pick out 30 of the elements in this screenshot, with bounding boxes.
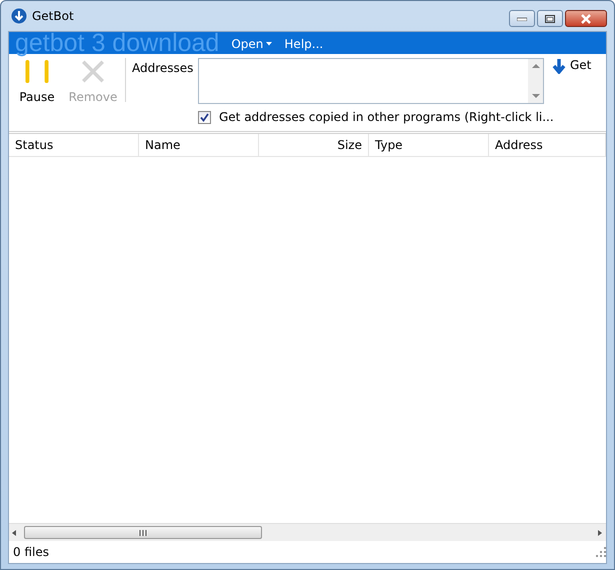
minimize-icon bbox=[517, 16, 527, 20]
scrollbar-thumb[interactable] bbox=[24, 526, 262, 539]
column-header[interactable]: Size bbox=[259, 134, 369, 156]
menu-item[interactable]: Help... bbox=[284, 34, 324, 54]
scroll-down-icon[interactable] bbox=[532, 94, 540, 99]
pause-icon bbox=[24, 60, 50, 83]
addresses-field[interactable] bbox=[198, 58, 544, 104]
addresses-label: Addresses bbox=[132, 60, 194, 77]
column-header[interactable]: Address bbox=[489, 134, 606, 156]
column-header[interactable]: Name bbox=[139, 134, 259, 156]
menu-item[interactable]: Open bbox=[231, 34, 272, 54]
download-icon bbox=[11, 8, 27, 24]
file-count: 0 files bbox=[13, 545, 49, 559]
download-arrow-icon bbox=[552, 58, 566, 74]
get-button[interactable]: Get bbox=[548, 58, 592, 78]
close-button[interactable] bbox=[565, 10, 607, 27]
scroll-up-icon[interactable] bbox=[532, 63, 540, 68]
maximize-icon bbox=[545, 14, 555, 22]
checkbox[interactable] bbox=[198, 110, 211, 124]
minimize-button[interactable] bbox=[509, 10, 535, 27]
maximize-button[interactable] bbox=[537, 10, 563, 27]
close-icon bbox=[580, 14, 592, 24]
window-title: GetBot bbox=[32, 9, 74, 23]
app-logo: getbot 3 download bbox=[15, 32, 220, 54]
column-header[interactable]: Type bbox=[369, 134, 489, 156]
close-icon bbox=[80, 60, 106, 83]
pause-button[interactable]: Pause bbox=[9, 58, 65, 104]
resize-grip-icon[interactable] bbox=[596, 547, 606, 557]
column-header[interactable]: Status bbox=[9, 134, 139, 156]
checkbox-label: Get addresses copied in other programs (Right-click li... bbox=[219, 110, 554, 124]
